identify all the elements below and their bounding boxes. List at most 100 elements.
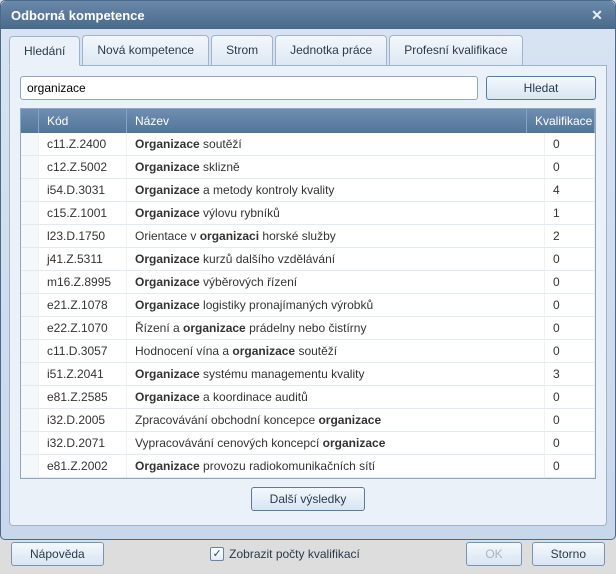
row-handle [21, 317, 39, 339]
dialog-body: HledáníNová kompetenceStromJednotka prác… [1, 29, 615, 534]
cell-code: j41.Z.5311 [39, 248, 127, 270]
cell-qual: 4 [545, 179, 595, 201]
checkbox-icon[interactable]: ✓ [210, 547, 224, 561]
cell-code: c12.Z.5002 [39, 156, 127, 178]
cell-qual: 0 [545, 432, 595, 454]
table-header: Kód Název Kvalifikace [21, 109, 595, 133]
row-handle [21, 179, 39, 201]
titlebar: Odborná kompetence ✕ [1, 1, 615, 29]
table-row[interactable]: e81.Z.2585Organizace a koordinace auditů… [21, 386, 595, 409]
help-button[interactable]: Nápověda [11, 542, 104, 566]
cell-name: Hodnocení vína a organizace soutěží [127, 340, 545, 362]
cell-name: Organizace logistiky pronajímaných výrob… [127, 294, 545, 316]
table-row[interactable]: c12.Z.5002Organizace sklizně0 [21, 156, 595, 179]
th-handle [21, 109, 39, 133]
show-counts-checkbox-wrap[interactable]: ✓ Zobrazit počty kvalifikací [210, 547, 360, 561]
tab-1[interactable]: Nová kompetence [82, 35, 209, 65]
row-handle [21, 386, 39, 408]
cell-qual: 0 [545, 248, 595, 270]
cell-name: Organizace provozu radiokomunikačních sí… [127, 455, 545, 477]
cell-qual: 3 [545, 363, 595, 385]
tab-4[interactable]: Profesní kvalifikace [389, 35, 522, 65]
more-results-row: Další výsledky [20, 479, 596, 515]
table-row[interactable]: i32.D.2071Vypracovávání cenových koncepc… [21, 432, 595, 455]
cell-code: m16.Z.8995 [39, 271, 127, 293]
cell-name: Organizace výlovu rybníků [127, 202, 545, 224]
cell-qual: 1 [545, 202, 595, 224]
cell-qual: 0 [545, 271, 595, 293]
cell-code: i32.D.2071 [39, 432, 127, 454]
table-body[interactable]: c11.Z.2400Organizace soutěží0c12.Z.5002O… [21, 133, 595, 478]
cell-code: c11.Z.2400 [39, 133, 127, 155]
row-handle [21, 294, 39, 316]
cell-qual: 0 [545, 409, 595, 431]
table-row[interactable]: c15.Z.1001Organizace výlovu rybníků1 [21, 202, 595, 225]
cell-qual: 2 [545, 225, 595, 247]
tab-panel-search: Hledat Kód Název Kvalifikace c11.Z.2400O… [9, 66, 607, 526]
table-row[interactable]: c11.Z.2400Organizace soutěží0 [21, 133, 595, 156]
row-handle [21, 271, 39, 293]
cell-code: e21.Z.1078 [39, 294, 127, 316]
tab-bar: HledáníNová kompetenceStromJednotka prác… [9, 35, 607, 66]
row-handle [21, 409, 39, 431]
cell-name: Organizace kurzů dalšího vzdělávání [127, 248, 545, 270]
cell-qual: 0 [545, 455, 595, 477]
table-row[interactable]: m16.Z.8995Organizace výběrových řízení0 [21, 271, 595, 294]
table-row[interactable]: e22.Z.1070Řízení a organizace prádelny n… [21, 317, 595, 340]
table-row[interactable]: i54.D.3031Organizace a metody kontroly k… [21, 179, 595, 202]
cell-code: e81.Z.2002 [39, 455, 127, 477]
cancel-button[interactable]: Storno [532, 542, 605, 566]
tab-0[interactable]: Hledání [9, 36, 80, 66]
cell-qual: 0 [545, 133, 595, 155]
ok-button[interactable]: OK [466, 542, 521, 566]
cell-name: Organizace výběrových řízení [127, 271, 545, 293]
table-row[interactable]: l23.D.1750Orientace v organizaci horské … [21, 225, 595, 248]
row-handle [21, 363, 39, 385]
row-handle [21, 156, 39, 178]
search-button[interactable]: Hledat [486, 76, 596, 100]
cell-code: i51.Z.2041 [39, 363, 127, 385]
cell-qual: 0 [545, 294, 595, 316]
row-handle [21, 432, 39, 454]
cell-code: c11.D.3057 [39, 340, 127, 362]
cell-code: c15.Z.1001 [39, 202, 127, 224]
table-row[interactable]: i51.Z.2041Organizace systému managementu… [21, 363, 595, 386]
th-qual[interactable]: Kvalifikace [527, 109, 595, 133]
cell-name: Organizace a koordinace auditů [127, 386, 545, 408]
tab-3[interactable]: Jednotka práce [275, 35, 387, 65]
row-handle [21, 455, 39, 477]
cell-name: Zpracovávání obchodní koncepce organizac… [127, 409, 545, 431]
table-row[interactable]: i32.D.2005Zpracovávání obchodní koncepce… [21, 409, 595, 432]
cell-name: Organizace soutěží [127, 133, 545, 155]
row-handle [21, 340, 39, 362]
results-table: Kód Název Kvalifikace c11.Z.2400Organiza… [20, 108, 596, 479]
search-input[interactable] [20, 76, 478, 100]
cell-code: e81.Z.2585 [39, 386, 127, 408]
search-row: Hledat [20, 76, 596, 100]
table-row[interactable]: j41.Z.5311Organizace kurzů dalšího vzděl… [21, 248, 595, 271]
th-code[interactable]: Kód [39, 109, 127, 133]
tab-2[interactable]: Strom [211, 35, 273, 65]
cell-qual: 0 [545, 317, 595, 339]
cell-qual: 0 [545, 386, 595, 408]
cell-name: Organizace sklizně [127, 156, 545, 178]
more-results-button[interactable]: Další výsledky [251, 487, 366, 511]
cell-name: Řízení a organizace prádelny nebo čistír… [127, 317, 545, 339]
cell-code: l23.D.1750 [39, 225, 127, 247]
show-counts-label: Zobrazit počty kvalifikací [229, 547, 360, 561]
cell-name: Orientace v organizaci horské služby [127, 225, 545, 247]
dialog: Odborná kompetence ✕ HledáníNová kompete… [0, 0, 616, 540]
cell-name: Organizace a metody kontroly kvality [127, 179, 545, 201]
table-row[interactable]: e81.Z.2002Organizace provozu radiokomuni… [21, 455, 595, 478]
th-name[interactable]: Název [127, 109, 527, 133]
close-icon[interactable]: ✕ [589, 7, 605, 23]
cell-qual: 0 [545, 340, 595, 362]
dialog-title: Odborná kompetence [11, 8, 145, 23]
row-handle [21, 248, 39, 270]
table-row[interactable]: c11.D.3057Hodnocení vína a organizace so… [21, 340, 595, 363]
cell-name: Vypracovávání cenových koncepcí organiza… [127, 432, 545, 454]
cell-code: i32.D.2005 [39, 409, 127, 431]
row-handle [21, 225, 39, 247]
cell-code: i54.D.3031 [39, 179, 127, 201]
table-row[interactable]: e21.Z.1078Organizace logistiky pronajíma… [21, 294, 595, 317]
